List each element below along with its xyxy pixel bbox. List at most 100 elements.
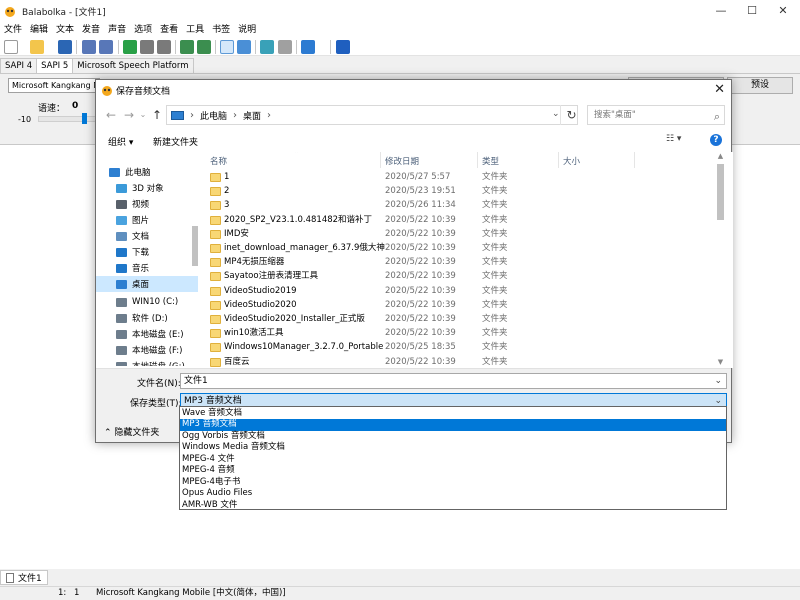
filetype-option[interactable]: MPEG-4 音频 <box>180 465 726 477</box>
menu-view[interactable]: 查看 <box>156 22 182 38</box>
breadcrumb-this-pc[interactable]: 此电脑 <box>200 109 227 122</box>
filetype-option[interactable]: Opus Audio Files <box>180 488 726 500</box>
filetype-option[interactable]: MPEG-4 文件 <box>180 454 726 466</box>
nav-tree-item[interactable]: WIN10 (C:) <box>96 294 198 310</box>
voice-select[interactable]: Microsoft Kangkang Mobile <box>8 78 100 93</box>
menu-tools[interactable]: 工具 <box>182 22 208 38</box>
file-list-scrollbar[interactable]: ▲ ▼ <box>715 152 726 368</box>
tab-speech-platform[interactable]: Microsoft Speech Platform <box>72 58 194 74</box>
nav-tree-item[interactable]: 本地磁盘 (E:) <box>96 326 198 342</box>
menu-bookmarks[interactable]: 书签 <box>208 22 234 38</box>
hide-folders-toggle[interactable]: ⌃ 隐藏文件夹 <box>104 425 159 438</box>
file-row[interactable]: win10激活工具 2020/5/22 10:39 文件夹 <box>202 326 714 340</box>
file-row[interactable]: 3 2020/5/26 11:34 文件夹 <box>202 198 714 212</box>
chevron-down-icon[interactable]: ⌄ <box>714 374 722 388</box>
text-tool-icon[interactable] <box>180 40 194 54</box>
dictionary-icon[interactable] <box>237 40 251 54</box>
column-date[interactable]: 修改日期 <box>385 155 419 167</box>
file-row[interactable]: 1 2020/5/27 5:57 文件夹 <box>202 170 714 184</box>
drive-icon <box>116 361 127 366</box>
options-icon[interactable] <box>301 40 315 54</box>
new-file-icon[interactable] <box>4 40 18 54</box>
help-icon[interactable]: ? <box>710 134 722 146</box>
nav-tree-item[interactable]: 下载 <box>96 244 198 260</box>
menu-edit[interactable]: 编辑 <box>26 22 52 38</box>
filetype-option[interactable]: MP3 音频文档 <box>180 419 726 431</box>
back-arrow-icon[interactable]: ← <box>104 107 118 123</box>
breadcrumb-separator-icon: › <box>190 109 194 121</box>
nav-tree-item[interactable]: 此电脑 <box>96 164 198 180</box>
batch-audio-icon[interactable] <box>99 40 113 54</box>
menu-file[interactable]: 文件 <box>0 22 26 38</box>
file-row[interactable]: 2020_SP2_V23.1.0.481482和谐补丁 2020/5/22 10:… <box>202 213 714 227</box>
nav-tree-item[interactable]: 本地磁盘 (G:) <box>96 358 198 366</box>
search-input[interactable]: 搜索"桌面" ⌕ <box>587 105 725 125</box>
file-row[interactable]: 百度云 2020/5/22 10:39 文件夹 <box>202 355 714 368</box>
column-size[interactable]: 大小 <box>563 155 580 167</box>
status-line: 1: <box>58 588 67 598</box>
address-dropdown-icon[interactable]: ⌄ <box>552 109 560 119</box>
maximize-button[interactable]: ☐ <box>737 0 767 22</box>
file-row[interactable]: VideoStudio2020 2020/5/22 10:39 文件夹 <box>202 298 714 312</box>
play-icon[interactable] <box>123 40 137 54</box>
file-row[interactable]: VideoStudio2020_Installer_正式版 2020/5/22 1… <box>202 312 714 326</box>
menu-sound[interactable]: 声音 <box>104 22 130 38</box>
new-folder-button[interactable]: 新建文件夹 <box>153 135 198 148</box>
nav-tree-item[interactable]: 3D 对象 <box>96 180 198 196</box>
preset-button[interactable]: 预设 <box>727 77 793 94</box>
organize-button[interactable]: 组织 ▾ <box>108 135 133 148</box>
nav-tree-item[interactable]: 图片 <box>96 212 198 228</box>
tab-sapi4[interactable]: SAPI 4 <box>0 58 38 74</box>
rate-slider[interactable] <box>38 116 98 122</box>
view-mode-icon[interactable] <box>220 40 234 54</box>
file-row[interactable]: Windows10Manager_3.2.7.0_Portable 2020/5/… <box>202 340 714 354</box>
file-row[interactable]: 2 2020/5/23 19:51 文件夹 <box>202 184 714 198</box>
up-arrow-icon[interactable]: ↑ <box>150 107 164 123</box>
file-row[interactable]: MP4无损压缩器 2020/5/22 10:39 文件夹 <box>202 255 714 269</box>
file-row[interactable]: IMD安 2020/5/22 10:39 文件夹 <box>202 227 714 241</box>
pause-icon[interactable] <box>140 40 154 54</box>
nav-tree-item[interactable]: 软件 (D:) <box>96 310 198 326</box>
compare-icon[interactable] <box>260 40 274 54</box>
filetype-option[interactable]: Windows Media 音频文档 <box>180 442 726 454</box>
open-folder-icon[interactable] <box>30 40 44 54</box>
filetype-option[interactable]: AMR-WB 文件 <box>180 500 726 512</box>
help-icon[interactable] <box>336 40 350 54</box>
close-button[interactable]: ✕ <box>768 0 798 22</box>
nav-tree-item[interactable]: 桌面 <box>96 276 198 292</box>
menu-help[interactable]: 说明 <box>234 22 260 38</box>
minimize-button[interactable]: — <box>706 0 736 22</box>
rate-slider-thumb[interactable] <box>82 113 87 124</box>
file-row[interactable]: inet_download_manager_6.37.9俄大神 2020/5/22… <box>202 241 714 255</box>
navigation-scrollbar[interactable] <box>192 152 198 366</box>
document-tab[interactable]: 文件1 <box>0 570 48 585</box>
nav-tree-item[interactable]: 本地磁盘 (F:) <box>96 342 198 358</box>
save-icon[interactable] <box>58 40 72 54</box>
recent-chevron-icon[interactable]: ⌄ <box>136 107 150 123</box>
document-icon[interactable] <box>278 40 292 54</box>
clipboard-icon[interactable] <box>197 40 211 54</box>
refresh-icon[interactable]: ↻ <box>560 105 582 125</box>
dialog-close-button[interactable]: ✕ <box>714 82 725 98</box>
filetype-option[interactable]: MPEG-4电子书 <box>180 477 726 489</box>
status-bar: 1: 1 Microsoft Kangkang Mobile [中文(简体，中国… <box>0 586 800 600</box>
file-row[interactable]: VideoStudio2019 2020/5/22 10:39 文件夹 <box>202 284 714 298</box>
menu-text[interactable]: 文本 <box>52 22 78 38</box>
save-audio-icon[interactable] <box>82 40 96 54</box>
nav-tree-item[interactable]: 音乐 <box>96 260 198 276</box>
menu-pronunciation[interactable]: 发音 <box>78 22 104 38</box>
column-type[interactable]: 类型 <box>482 155 499 167</box>
address-bar[interactable]: › 此电脑 › 桌面 › <box>166 105 578 125</box>
menu-options[interactable]: 选项 <box>130 22 156 38</box>
stop-icon[interactable] <box>157 40 171 54</box>
filetype-option[interactable]: Wave 音频文档 <box>180 408 726 420</box>
file-row[interactable]: Sayatoo注册表清理工具 2020/5/22 10:39 文件夹 <box>202 269 714 283</box>
forward-arrow-icon[interactable]: → <box>122 107 136 123</box>
filetype-option[interactable]: Ogg Vorbis 音频文档 <box>180 431 726 443</box>
nav-tree-item[interactable]: 视频 <box>96 196 198 212</box>
column-name[interactable]: 名称 <box>210 155 227 167</box>
nav-tree-item[interactable]: 文档 <box>96 228 198 244</box>
view-options-icon[interactable]: ☷ ▾ <box>666 134 681 144</box>
filename-input[interactable]: 文件1 ⌄ <box>180 373 727 389</box>
breadcrumb-desktop[interactable]: 桌面 <box>243 109 261 122</box>
